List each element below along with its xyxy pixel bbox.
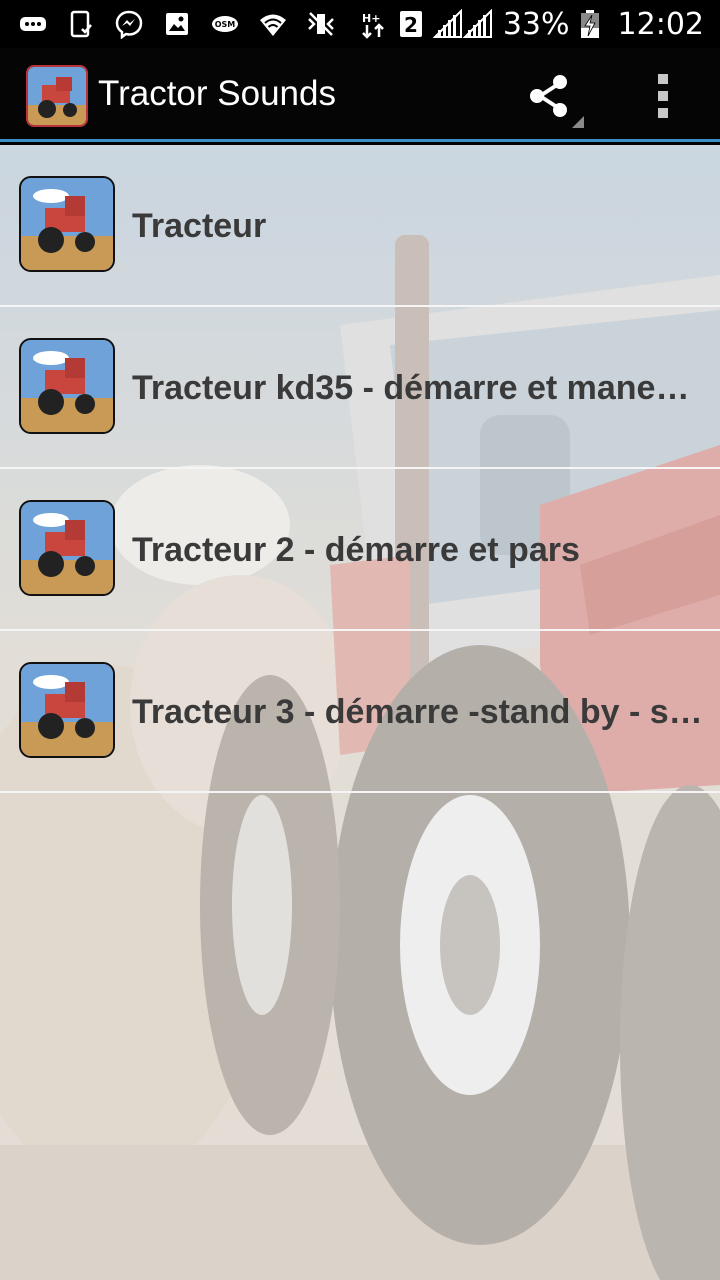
sim-slot-number: 2: [404, 13, 418, 37]
sound-title: Tracteur 2 - démarre et pars: [132, 530, 580, 569]
list-item[interactable]: Tracteur 3 - démarre -stand by - s…: [0, 631, 720, 793]
mute-icon: [306, 9, 336, 39]
sound-title: Tracteur: [132, 206, 267, 245]
data-arrows-icon: H+: [359, 9, 389, 39]
battery-percent: 33%: [502, 6, 570, 42]
more-notifications-icon: [18, 9, 48, 39]
svg-text:H+: H+: [362, 12, 380, 25]
tractor-thumbnail: [19, 500, 115, 596]
clock: 12:02: [617, 6, 704, 42]
sound-title: Tracteur 3 - démarre -stand by - s…: [132, 692, 703, 731]
list-item[interactable]: Tracteur kd35 - démarre et mane…: [0, 307, 720, 469]
app-title: Tractor Sounds: [98, 74, 336, 113]
battery-charging-icon: [580, 9, 600, 39]
sim-2-icon: 2: [399, 9, 423, 39]
app-icon[interactable]: [26, 65, 88, 127]
action-bar: Tractor Sounds: [0, 48, 720, 142]
overflow-menu-icon: [658, 74, 668, 118]
sound-list: Tracteur Tracteur kd35 - démarre et mane…: [0, 145, 720, 793]
status-bar-system: H+ 2 33% 12:02: [359, 0, 704, 48]
signal-icon: [432, 9, 493, 39]
phone-check-icon: [66, 9, 96, 39]
list-item[interactable]: Tracteur 2 - démarre et pars: [0, 469, 720, 631]
wifi-icon: [258, 9, 288, 39]
share-icon: [530, 75, 584, 128]
osm-icon: OSM: [210, 9, 240, 39]
tractor-thumbnail: [19, 662, 115, 758]
share-button[interactable]: [520, 70, 588, 130]
content-area: Tracteur Tracteur kd35 - démarre et mane…: [0, 145, 720, 1280]
status-bar: OSM H+ 2 33% 12:02: [0, 0, 720, 48]
sound-title: Tracteur kd35 - démarre et mane…: [132, 368, 690, 407]
messenger-icon: [114, 9, 144, 39]
tractor-thumbnail: [19, 338, 115, 434]
svg-text:OSM: OSM: [215, 20, 236, 29]
list-item[interactable]: Tracteur: [0, 145, 720, 307]
tractor-thumbnail: [19, 176, 115, 272]
status-bar-notifications: OSM: [18, 0, 336, 48]
overflow-menu-button[interactable]: [648, 70, 678, 122]
gallery-icon: [162, 9, 192, 39]
